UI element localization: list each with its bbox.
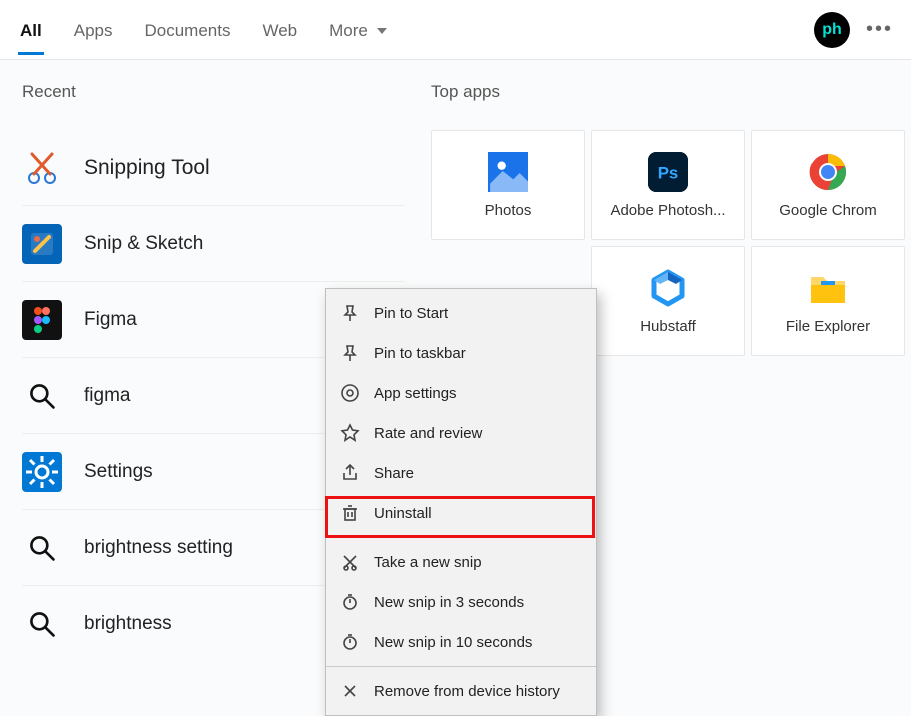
ctx-item-label: Remove from device history <box>374 683 560 700</box>
photos-icon <box>488 152 528 192</box>
app-tile-hubstaff[interactable]: Hubstaff <box>591 246 745 356</box>
more-options-button[interactable]: ••• <box>866 18 893 41</box>
ctx-snip-10s[interactable]: New snip in 10 seconds <box>326 622 596 662</box>
ctx-remove-history[interactable]: Remove from device history <box>326 671 596 711</box>
timer-icon <box>340 632 360 652</box>
x-icon <box>340 681 360 701</box>
ctx-uninstall[interactable]: Uninstall <box>326 493 596 533</box>
search-body: Recent Snipping Tool Snip & Sketch Figma <box>0 60 911 694</box>
ctx-item-label: Uninstall <box>374 505 432 522</box>
app-tile-label: Photos <box>485 202 532 219</box>
recent-item-snipping-tool[interactable]: Snipping Tool <box>22 130 405 206</box>
app-tile-file-explorer[interactable]: File Explorer <box>751 246 905 356</box>
ctx-item-label: App settings <box>374 385 457 402</box>
tab-apps[interactable]: Apps <box>72 5 115 55</box>
app-tile-photos[interactable]: Photos <box>431 130 585 240</box>
ctx-pin-to-taskbar[interactable]: Pin to taskbar <box>326 333 596 373</box>
ctx-item-label: Take a new snip <box>374 554 482 571</box>
share-icon <box>340 463 360 483</box>
tab-web[interactable]: Web <box>260 5 299 55</box>
context-menu: Pin to Start Pin to taskbar App settings… <box>325 288 597 716</box>
search-icon <box>22 376 62 416</box>
top-apps-heading: Top apps <box>431 82 911 102</box>
svg-text:Ps: Ps <box>658 163 679 182</box>
ctx-item-label: Pin to Start <box>374 305 448 322</box>
tab-more-label: More <box>329 21 368 40</box>
recent-item-label: Snipping Tool <box>84 156 210 180</box>
star-icon <box>340 423 360 443</box>
ctx-take-new-snip[interactable]: Take a new snip <box>326 542 596 582</box>
user-avatar[interactable]: ph <box>814 12 850 48</box>
hubstaff-icon <box>648 268 688 308</box>
app-tile-label: Google Chrom <box>779 202 877 219</box>
settings-icon <box>22 452 62 492</box>
tab-documents[interactable]: Documents <box>142 5 232 55</box>
chevron-down-icon <box>377 28 387 34</box>
ctx-app-settings[interactable]: App settings <box>326 373 596 413</box>
pin-icon <box>340 303 360 323</box>
snip-sketch-icon <box>22 224 62 264</box>
timer-icon <box>340 592 360 612</box>
ctx-snip-3s[interactable]: New snip in 3 seconds <box>326 582 596 622</box>
app-tile-label: Hubstaff <box>640 318 696 335</box>
chrome-icon <box>808 152 848 192</box>
ctx-separator <box>326 537 596 538</box>
pin-icon <box>340 343 360 363</box>
file-explorer-icon <box>808 268 848 308</box>
snip-icon <box>340 552 360 572</box>
ctx-item-label: New snip in 10 seconds <box>374 634 532 651</box>
search-icon <box>22 528 62 568</box>
snipping-tool-icon <box>22 148 62 188</box>
ctx-item-label: New snip in 3 seconds <box>374 594 524 611</box>
ctx-pin-to-start[interactable]: Pin to Start <box>326 293 596 333</box>
app-tile-label: Adobe Photosh... <box>610 202 725 219</box>
recent-item-label: Settings <box>84 461 153 483</box>
search-icon <box>22 604 62 644</box>
app-tile-label: File Explorer <box>786 318 870 335</box>
ctx-separator <box>326 666 596 667</box>
recent-item-label: brightness setting <box>84 537 233 559</box>
app-tile-chrome[interactable]: Google Chrom <box>751 130 905 240</box>
recent-item-label: figma <box>84 385 130 407</box>
ctx-share[interactable]: Share <box>326 453 596 493</box>
recent-item-label: Figma <box>84 309 137 331</box>
recent-item-label: brightness <box>84 613 172 635</box>
trash-icon <box>340 503 360 523</box>
photoshop-icon: Ps <box>648 152 688 192</box>
ctx-item-label: Share <box>374 465 414 482</box>
recent-item-snip-sketch[interactable]: Snip & Sketch <box>22 206 405 282</box>
recent-heading: Recent <box>22 82 405 102</box>
header-tabs: All Apps Documents Web More <box>18 5 814 55</box>
ctx-item-label: Rate and review <box>374 425 482 442</box>
figma-icon <box>22 300 62 340</box>
gear-icon <box>340 383 360 403</box>
recent-item-label: Snip & Sketch <box>84 233 203 255</box>
header-bar: All Apps Documents Web More ph ••• <box>0 0 911 60</box>
ctx-rate-review[interactable]: Rate and review <box>326 413 596 453</box>
tab-more[interactable]: More <box>327 5 388 55</box>
ctx-item-label: Pin to taskbar <box>374 345 466 362</box>
tab-all[interactable]: All <box>18 5 44 55</box>
app-tile-photoshop[interactable]: Ps Adobe Photosh... <box>591 130 745 240</box>
